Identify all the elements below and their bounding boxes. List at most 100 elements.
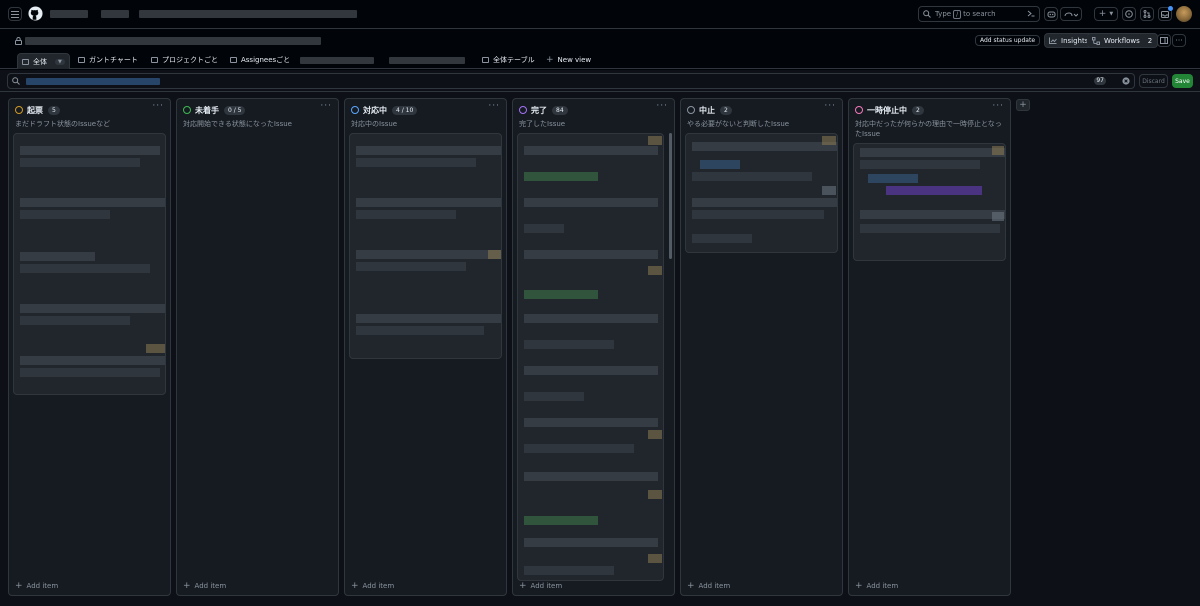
workflows-icon — [1092, 36, 1100, 45]
issues-icon[interactable] — [1122, 7, 1136, 21]
save-button[interactable]: Save — [1172, 74, 1193, 88]
plus-icon: + — [183, 581, 191, 591]
column-count: 2 — [912, 105, 924, 115]
add-item-button[interactable]: + Add item — [15, 581, 58, 591]
add-column-button[interactable]: + — [1016, 99, 1030, 111]
workflows-button[interactable]: Workflows 2 — [1087, 33, 1159, 48]
clear-icon[interactable] — [1122, 77, 1130, 85]
hamburger-icon[interactable] — [8, 7, 22, 21]
new-view-label: New view — [557, 56, 592, 64]
table-view-icon — [482, 57, 489, 63]
copilot-icon[interactable] — [1044, 7, 1058, 21]
tab-menu-chevron-icon[interactable]: ▼ — [55, 58, 65, 65]
column-header: 中止 2 — [687, 104, 836, 116]
column-menu-icon[interactable]: ··· — [824, 101, 836, 111]
command-palette-icon[interactable] — [1027, 10, 1035, 17]
kebab-icon[interactable]: ··· — [1172, 34, 1186, 47]
tab-label: プロジェクトごと — [162, 56, 218, 64]
layout-icon[interactable] — [1157, 34, 1171, 47]
card-list[interactable] — [685, 133, 838, 253]
repo-owner-breadcrumb[interactable] — [50, 10, 88, 18]
column-menu-icon[interactable]: ··· — [152, 101, 164, 111]
status-dot-icon — [855, 106, 863, 114]
column-drafted: 起票 5 ··· まだドラフト状態のIssueなど + Add item — [8, 98, 171, 596]
add-item-button[interactable]: + Add item — [687, 581, 730, 591]
plus-icon: + — [1019, 100, 1027, 110]
project-breadcrumb[interactable] — [139, 10, 357, 18]
column-count: 4 / 10 — [392, 105, 418, 115]
column-description: 対応中のIssue — [351, 120, 398, 128]
column-description: まだドラフト状態のIssueなど — [15, 120, 111, 128]
tab-by-assignee[interactable]: Assigneesごと — [230, 53, 290, 67]
filter-input[interactable]: 97 — [7, 73, 1135, 89]
pull-requests-icon[interactable] — [1140, 7, 1154, 21]
add-item-label: Add item — [26, 582, 59, 590]
tab-label: ガントチャート — [89, 56, 138, 64]
plus-icon: + — [519, 581, 527, 591]
status-dot-icon — [183, 106, 191, 114]
card-list[interactable] — [13, 133, 166, 395]
plus-icon: + — [687, 581, 695, 591]
insights-label: Insights — [1061, 36, 1089, 45]
status-dot-icon — [351, 106, 359, 114]
add-item-button[interactable]: + Add item — [183, 581, 226, 591]
column-not-started: 未着手 0 / 5 ··· 対応開始できる状態になったIssue + Add i… — [176, 98, 339, 596]
add-item-button[interactable]: + Add item — [519, 581, 562, 591]
column-menu-icon[interactable]: ··· — [320, 101, 332, 111]
notification-dot — [1168, 6, 1173, 11]
filter-icon — [12, 77, 20, 85]
filter-bar: 97 Discard Save — [0, 70, 1200, 92]
tab-overall-table[interactable]: 全体テーブル — [482, 53, 535, 67]
column-header: 一時停止中 2 — [855, 104, 1004, 116]
view-tabs: 全体 ▼ ガントチャート プロジェクトごと Assigneesごと 全体テーブル… — [0, 51, 1200, 69]
card-list[interactable] — [349, 133, 502, 359]
column-name: 起票 — [27, 105, 43, 115]
card-list[interactable] — [517, 133, 664, 581]
column-name: 未着手 — [195, 105, 219, 115]
column-count: 84 — [552, 105, 568, 115]
column-description: 対応開始できる状態になったIssue — [183, 120, 292, 128]
avatar[interactable] — [1176, 6, 1192, 22]
tab-by-project[interactable]: プロジェクトごと — [151, 53, 218, 67]
tab-label: 全体テーブル — [493, 56, 535, 64]
column-cancelled: 中止 2 ··· やる必要がないと判断したIssue + Add item — [680, 98, 843, 596]
breadcrumb-separator — [101, 10, 129, 18]
inbox-icon[interactable] — [1158, 6, 1173, 21]
add-item-button[interactable]: + Add item — [351, 581, 394, 591]
create-new-button[interactable]: + ▼ — [1094, 7, 1118, 21]
board-view-icon — [230, 57, 237, 63]
discard-button[interactable]: Discard — [1139, 74, 1168, 88]
column-header: 対応中 4 / 10 — [351, 104, 500, 116]
column-header: 未着手 0 / 5 — [183, 104, 332, 116]
column-name: 完了 — [531, 105, 547, 115]
new-view-button[interactable]: + New view — [546, 53, 591, 67]
github-logo-icon[interactable] — [28, 6, 43, 21]
column-menu-icon[interactable]: ··· — [656, 101, 668, 111]
column-name: 対応中 — [363, 105, 387, 115]
insights-button[interactable]: Insights — [1044, 33, 1094, 48]
tab-overall[interactable]: 全体 ▼ — [17, 53, 70, 69]
card-list[interactable] — [853, 143, 1006, 261]
roadmap-view-icon — [78, 57, 85, 63]
column-description: やる必要がないと判断したIssue — [687, 120, 790, 128]
add-item-label: Add item — [530, 582, 563, 590]
tab-hidden-2[interactable] — [389, 57, 465, 64]
project-title — [25, 37, 321, 45]
workflows-count: 2 — [1147, 36, 1153, 45]
add-item-label: Add item — [362, 582, 395, 590]
global-search-input[interactable]: Type / to search — [918, 6, 1040, 22]
column-menu-icon[interactable]: ··· — [488, 101, 500, 111]
chevron-down-icon: ▼ — [1109, 11, 1114, 17]
add-status-update-button[interactable]: Add status update — [975, 35, 1041, 46]
search-suffix: to search — [963, 10, 996, 18]
search-prefix: Type — [935, 10, 952, 18]
column-scrollbar[interactable] — [669, 133, 672, 259]
status-dot-icon — [687, 106, 695, 114]
copilot-menu-button[interactable] — [1060, 7, 1082, 21]
add-item-button[interactable]: + Add item — [855, 581, 898, 591]
column-menu-icon[interactable]: ··· — [992, 101, 1004, 111]
tab-hidden-1[interactable] — [300, 57, 374, 64]
column-done: 完了 84 ··· 完了したIssue + Add item — [512, 98, 675, 596]
tab-gantt[interactable]: ガントチャート — [78, 53, 138, 67]
column-count: 0 / 5 — [224, 105, 246, 115]
